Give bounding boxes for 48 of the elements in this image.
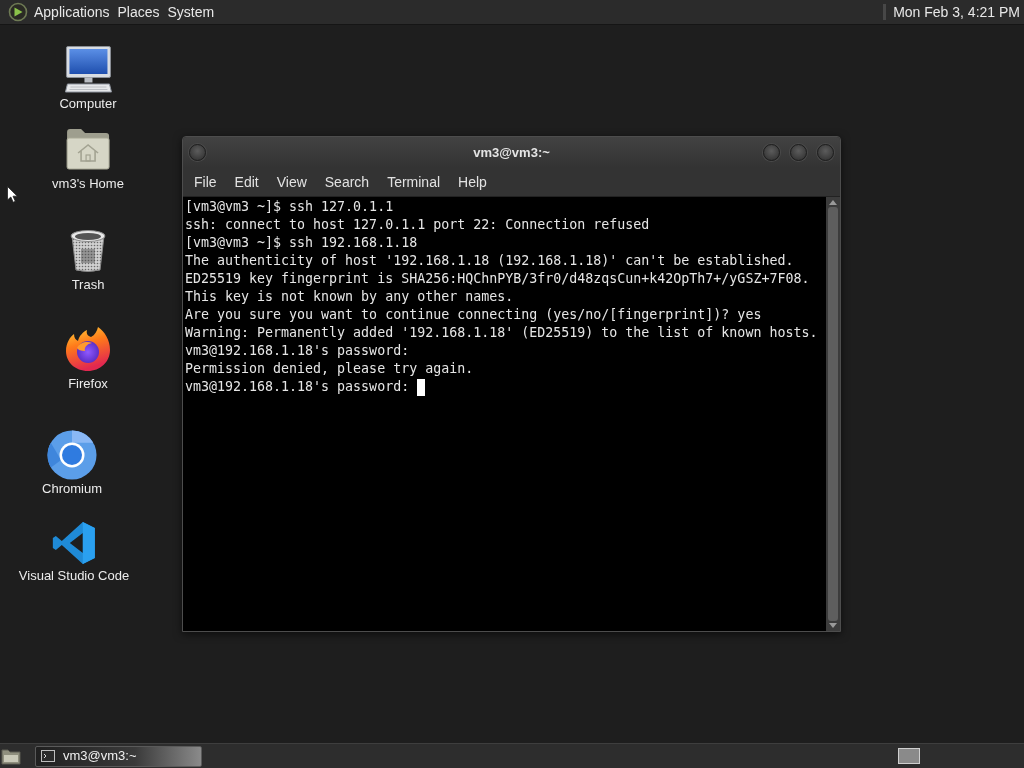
scrollbar[interactable] bbox=[826, 197, 840, 631]
terminal-line: The authenticity of host '192.168.1.18 (192.168.1.18)' can't be established. bbox=[185, 252, 794, 270]
menu-item[interactable]: Edit bbox=[225, 173, 268, 191]
desktop-shortcut[interactable]: vm3's Home bbox=[48, 128, 128, 192]
text-cursor-icon bbox=[417, 378, 426, 396]
computer-icon bbox=[63, 46, 113, 95]
desktop-shortcut[interactable]: Firefox bbox=[61, 326, 115, 392]
desktop-shortcut[interactable]: Visual Studio Code bbox=[14, 521, 134, 584]
terminal-line: vm3@192.168.1.18's password: bbox=[185, 378, 410, 396]
terminal-line: ED25519 key fingerprint is SHA256:HQChnPYB/3fr0/d48zqsCun+k42OpTh7+/yGSZ+7F08. bbox=[185, 270, 810, 288]
terminal-line: ssh: connect to host 127.0.1.1 port 22: Connection refused bbox=[185, 216, 650, 234]
panel-menu[interactable]: Places bbox=[114, 3, 163, 21]
home-folder-icon bbox=[66, 128, 110, 170]
panel-clock: Mon Feb 3, 4:21 PM bbox=[893, 2, 1021, 22]
terminal-line: [vm3@vm3 ~]$ ssh 192.168.1.18 bbox=[185, 234, 418, 252]
desktop-shortcut[interactable]: Chromium bbox=[38, 430, 106, 497]
terminal-line: Warning: Permanently added '192.168.1.18' (ED25519) to the list of known hosts. bbox=[185, 324, 818, 342]
menu-item[interactable]: Terminal bbox=[378, 173, 450, 191]
ribbon-logo-icon bbox=[52, 521, 96, 565]
mouse-pointer-icon bbox=[7, 186, 18, 203]
panel-menu[interactable]: System bbox=[164, 3, 218, 21]
show-desktop-icon[interactable] bbox=[1, 747, 21, 765]
window-title: vm3@vm3:~ bbox=[473, 143, 550, 162]
scroll-down-arrow-icon bbox=[829, 623, 837, 628]
terminal-line: Permission denied, please try again. bbox=[185, 360, 474, 378]
ring-logo-icon bbox=[47, 430, 97, 480]
menu-item[interactable]: Search bbox=[315, 173, 379, 191]
desktop-shortcut[interactable]: Trash bbox=[65, 229, 111, 293]
terminal-line: [vm3@vm3 ~]$ ssh 127.0.1.1 bbox=[185, 198, 394, 216]
terminal-line: Are you sure you want to continue connecting (yes/no/[fingerprint])? yes bbox=[185, 306, 762, 324]
menu-item[interactable]: Help bbox=[449, 173, 496, 191]
task-button[interactable]: vm3@vm3:~ bbox=[35, 745, 202, 767]
flame-globe-logo-icon bbox=[65, 326, 111, 372]
panel-menu[interactable]: Applications bbox=[31, 3, 113, 21]
trash-icon bbox=[69, 229, 107, 273]
desktop-shortcut[interactable]: Computer bbox=[55, 46, 121, 112]
menu-item[interactable]: View bbox=[267, 173, 316, 191]
minimize-button[interactable] bbox=[763, 144, 780, 161]
scrollbar-thumb[interactable] bbox=[828, 207, 838, 621]
terminal-line: This key is not known by any other names. bbox=[185, 288, 514, 306]
workspace-switcher[interactable] bbox=[898, 748, 920, 764]
maximize-button[interactable] bbox=[790, 144, 807, 161]
terminal-line: vm3@192.168.1.18's password: bbox=[185, 342, 410, 360]
scroll-up-arrow-icon bbox=[829, 200, 837, 205]
terminal-icon bbox=[41, 750, 55, 762]
menu-item[interactable]: File bbox=[185, 173, 226, 191]
window-menu-button[interactable] bbox=[189, 144, 206, 161]
close-button[interactable] bbox=[817, 144, 834, 161]
